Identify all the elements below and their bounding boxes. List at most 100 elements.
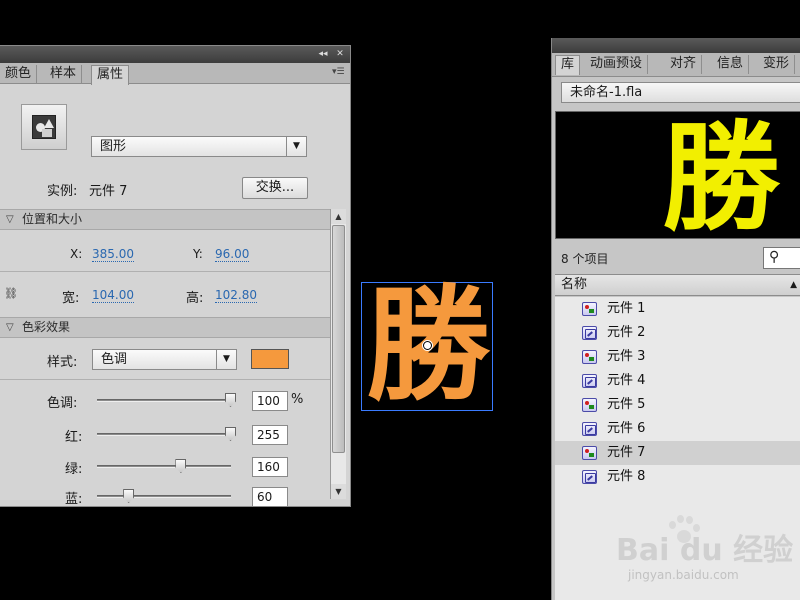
tab-motion-presets[interactable]: 动画预设 [585,55,649,74]
collapse-icon[interactable]: ◂◂ [316,47,330,61]
properties-scrollbar[interactable]: ▲ ▼ [330,209,346,499]
library-item[interactable]: 元件 2 [555,321,800,345]
watermark-brand: Bai du 经验 [616,533,794,568]
tab-properties[interactable]: 属性 [91,65,130,85]
color-style-value: 色调 [101,352,128,367]
swap-button[interactable]: 交换... [242,177,308,199]
slider-value-field[interactable]: 160 [252,457,288,477]
graphic-symbol-icon [582,350,597,364]
slider-track[interactable] [97,399,231,402]
tab-align[interactable]: 对齐 [665,55,703,74]
preview-glyph: 勝 [662,111,781,239]
library-item[interactable]: 元件 1 [555,297,800,321]
library-item-name: 元件 8 [607,469,646,484]
slider-thumb[interactable] [123,489,135,503]
style-label: 样式: [47,355,78,370]
slider-track[interactable] [97,465,231,468]
library-item[interactable]: 元件 7 [555,441,800,465]
scroll-down-icon[interactable]: ▼ [331,484,346,499]
section-title: 位置和大小 [22,212,83,226]
slider-thumb[interactable] [225,393,236,407]
library-item-name: 元件 3 [607,349,646,364]
library-item[interactable]: 元件 3 [555,345,800,369]
graphic-symbol-icon [582,446,597,460]
link-proportions-icon[interactable]: ⛓ [4,287,18,300]
section-position-size[interactable]: ▽ 位置和大小 [0,209,330,230]
library-item[interactable]: 元件 4 [555,369,800,393]
movieclip-symbol-icon [582,326,597,340]
tab-info[interactable]: 信息 [712,55,750,74]
x-value[interactable]: 385.00 [92,247,134,262]
chevron-down-icon: ▼ [216,350,236,369]
x-label: X: [70,247,83,261]
tab-library[interactable]: 库 [555,55,581,75]
height-value[interactable]: 102.80 [215,288,257,303]
slider-label: 色调: [47,396,78,411]
slider-value-field[interactable]: 60 [252,487,288,506]
registration-point-icon[interactable] [423,341,432,350]
document-select[interactable]: 未命名-1.fla [561,82,800,103]
scroll-thumb[interactable] [332,225,345,453]
chevron-down-icon: ▼ [286,137,306,156]
library-item[interactable]: 元件 5 [555,393,800,417]
instance-name: 元件 7 [89,184,128,199]
percent-unit: % [291,392,304,407]
sort-ascending-icon: ▲ [790,280,797,290]
library-item-name: 元件 6 [607,421,646,436]
tab-color[interactable]: 颜色 [0,65,38,84]
slider-label: 绿: [65,462,83,477]
library-search-field[interactable]: ⚲ [763,247,800,269]
movieclip-symbol-icon [582,470,597,484]
library-item-name: 元件 4 [607,373,646,388]
document-name: 未命名-1.fla [570,85,643,100]
item-count: 8 个项目 [561,252,609,266]
search-icon: ⚲ [769,249,780,265]
graphic-symbol-icon [582,398,597,412]
watermark-url: jingyan.baidu.com [628,568,739,582]
scroll-up-icon[interactable]: ▲ [331,209,346,224]
panel-menu-icon[interactable]: ▾☰ [332,67,346,79]
slider-label: 蓝: [65,492,83,507]
slider-value-field[interactable]: 100 [252,391,288,411]
close-icon[interactable]: ✕ [333,47,347,61]
section-title: 色彩效果 [22,320,71,334]
slider-value-field[interactable]: 255 [252,425,288,445]
library-item-name: 元件 1 [607,301,646,316]
library-item[interactable]: 元件 8 [555,465,800,489]
slider-track[interactable] [97,495,231,498]
y-label: Y: [193,247,203,261]
name-column-header[interactable]: 名称 ▲ [555,274,800,296]
width-value[interactable]: 104.00 [92,288,134,303]
tab-transform[interactable]: 变形 [758,55,796,74]
symbol-behavior-value: 图形 [100,139,127,154]
library-tabs: 库 动画预设 对齐 信息 变形 [552,53,800,77]
symbol-icon [21,104,67,150]
library-item-name: 元件 7 [607,445,646,460]
slider-thumb[interactable] [225,427,236,441]
slider-track[interactable] [97,433,231,436]
properties-panel: ◂◂ ✕ 颜色 样本 属性 ▾☰ 图形 ▼ 实例: 元件 7 交换... ▽ 位… [0,45,351,507]
graphic-symbol-icon [582,302,597,316]
symbol-behavior-select[interactable]: 图形 ▼ [91,136,307,157]
y-value[interactable]: 96.00 [215,247,250,262]
movieclip-symbol-icon [582,374,597,388]
slider-thumb[interactable] [175,459,187,473]
library-item-name: 元件 5 [607,397,646,412]
section-color-effect[interactable]: ▽ 色彩效果 [0,317,330,338]
panel-titlebar[interactable] [552,38,800,53]
library-item-name: 元件 2 [607,325,646,340]
height-label: 高: [186,291,204,306]
slider-label: 红: [65,430,83,445]
tint-color-swatch[interactable] [251,349,289,369]
expand-triangle-icon: ▽ [6,322,14,333]
library-preview: 勝 [555,111,800,239]
library-item[interactable]: 元件 6 [555,417,800,441]
width-label: 宽: [62,291,80,306]
panel-titlebar[interactable]: ◂◂ ✕ [0,46,350,63]
panel-tabs: 颜色 样本 属性 ▾☰ [0,63,350,85]
color-style-select[interactable]: 色调 ▼ [92,349,237,370]
instance-label: 实例: [47,184,78,199]
column-header-label: 名称 [561,277,588,292]
movieclip-symbol-icon [582,422,597,436]
tab-swatches[interactable]: 样本 [45,65,83,84]
